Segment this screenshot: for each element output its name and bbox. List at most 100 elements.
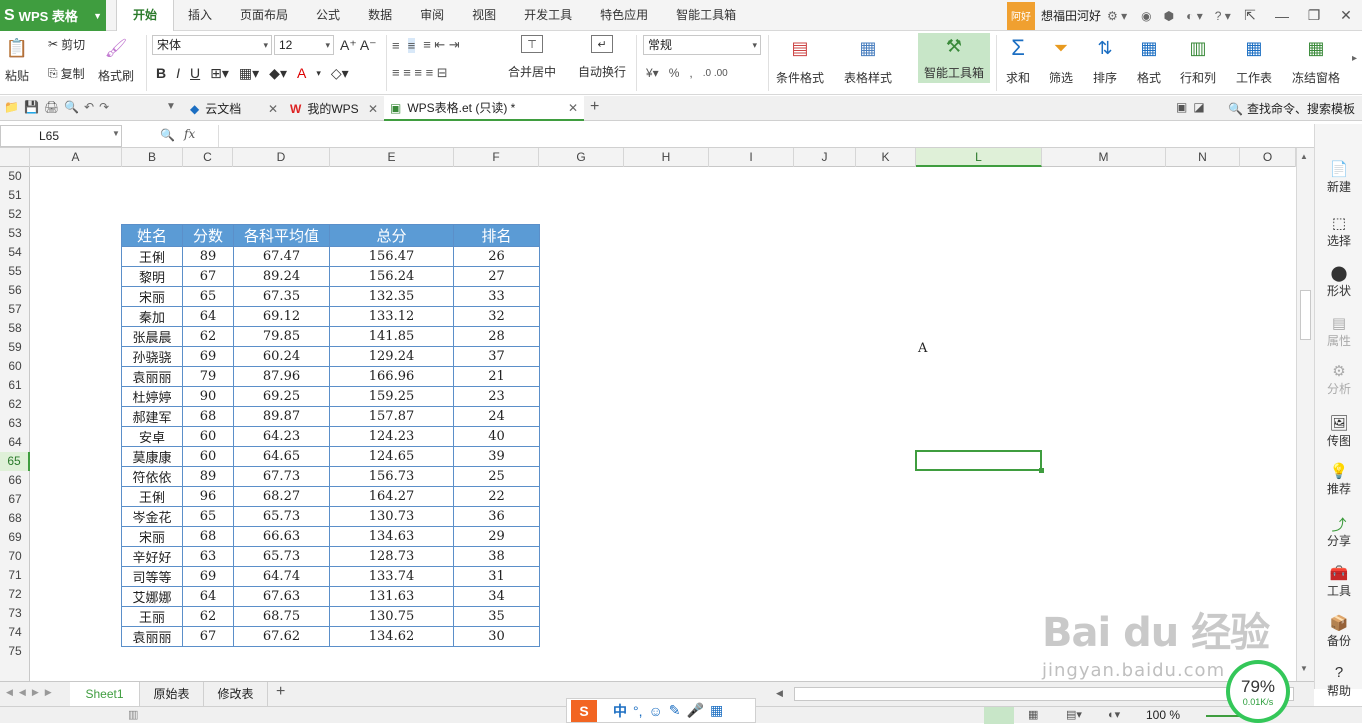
table-cell[interactable]: 157.87 [329,406,454,427]
table-cell[interactable]: 69 [182,566,234,587]
table-cell[interactable]: 124.23 [329,426,454,447]
sheet-tab[interactable]: 修改表 [204,682,268,707]
row-header[interactable]: 70 [0,547,30,566]
mic-icon[interactable]: 🎤 [687,702,704,719]
ribbon-tab[interactable]: 数据 [354,0,406,31]
table-cell[interactable]: 68 [182,526,234,547]
fullscreen-icon[interactable]: ⇱ [1234,0,1266,31]
table-cell[interactable]: 王俐 [121,246,183,267]
command-search[interactable]: 🔍 查找命令、搜索模板 [1228,100,1355,117]
fill-pattern-icon[interactable]: ▦▾ [239,65,259,82]
row-header[interactable]: 60 [0,357,30,376]
bold-button[interactable]: B [156,65,166,81]
table-header-cell[interactable]: 排名 [453,224,540,247]
table-cell[interactable]: 67.63 [233,586,330,607]
wrap-text-button[interactable]: ↵ 自动换行 [578,35,626,80]
table-cell[interactable]: 29 [453,526,540,547]
skin-icon[interactable]: ◉ [1141,9,1151,23]
row-header[interactable]: 54 [0,243,30,262]
table-cell[interactable]: 袁丽丽 [121,366,183,387]
table-cell[interactable]: 37 [453,346,540,367]
table-header-cell[interactable]: 总分 [329,224,454,247]
table-cell[interactable]: 156.73 [329,466,454,487]
column-header[interactable]: H [624,148,709,167]
table-cell[interactable]: 32 [453,306,540,327]
side-panel-item[interactable]: 📄 新建 [1315,160,1362,195]
table-cell[interactable]: 64.74 [233,566,330,587]
column-header[interactable]: O [1240,148,1296,167]
table-cell[interactable]: 黎明 [121,266,183,287]
table-cell[interactable]: 79.85 [233,326,330,347]
align-top-group[interactable]: ≡ ≡ ≡ ⇤ ⇥ [392,35,460,55]
table-cell[interactable]: 164.27 [329,486,454,507]
row-header[interactable]: 65 [0,452,30,471]
row-header[interactable]: 55 [0,262,30,281]
table-cell[interactable]: 袁丽丽 [121,626,183,647]
normal-view-icon[interactable] [984,707,1014,724]
chevron-down-icon[interactable]: ▼ [112,129,120,138]
row-header[interactable]: 61 [0,376,30,395]
table-cell[interactable]: 63 [182,546,234,567]
app-menu-button[interactable]: S WPS 表格 ▼ [0,0,106,31]
table-cell[interactable]: 67.47 [233,246,330,267]
table-cell[interactable]: 36 [453,506,540,527]
row-header[interactable]: 64 [0,433,30,452]
table-cell[interactable]: 辛好好 [121,546,183,567]
table-cell[interactable]: 62 [182,606,234,627]
font-size-select[interactable]: 12 [274,35,334,55]
sheet-nav-icons[interactable]: ◀◀▶▶ [6,687,58,698]
column-header[interactable]: D [233,148,330,167]
row-header[interactable]: 68 [0,509,30,528]
column-header[interactable]: C [183,148,233,167]
minimize-icon[interactable]: — [1266,0,1298,31]
table-cell[interactable]: 30 [453,626,540,647]
merge-center-button[interactable]: ⊤ 合并居中 [508,35,556,80]
side-panel-item[interactable]: ⚙ 分析 [1315,362,1362,397]
fill-color-icon[interactable]: ◆▾ [269,65,287,82]
table-cell[interactable]: 67.73 [233,466,330,487]
side-panel-item[interactable]: ⬤ 形状 [1315,264,1362,299]
column-header[interactable]: K [856,148,916,167]
close-icon[interactable]: ✕ [1330,0,1362,31]
table-cell[interactable]: 68.75 [233,606,330,627]
column-header[interactable]: F [454,148,539,167]
table-cell[interactable]: 60 [182,426,234,447]
table-cell[interactable]: 王丽 [121,606,183,627]
paste-button[interactable]: 📋 粘贴 [4,35,30,84]
sogou-logo-icon[interactable]: S [571,699,597,722]
side-panel-item[interactable]: 📦 备份 [1315,614,1362,649]
format-button[interactable]: ▦ 格式 [1136,35,1162,86]
table-cell[interactable]: 129.24 [329,346,454,367]
table-cell[interactable]: 60.24 [233,346,330,367]
table-cell[interactable]: 40 [453,426,540,447]
table-cell[interactable]: 69.25 [233,386,330,407]
scroll-down-icon[interactable]: ▼ [1300,664,1308,673]
table-cell[interactable]: 64.65 [233,446,330,467]
table-cell[interactable]: 65.73 [233,506,330,527]
clear-format-icon[interactable]: ◇▾ [331,65,349,82]
table-cell[interactable]: 166.96 [329,366,454,387]
table-cell[interactable]: 90 [182,386,234,407]
ribbon-tab[interactable]: 开发工具 [510,0,586,31]
restore-icon[interactable]: ❐ [1298,0,1330,31]
settings-icon[interactable]: ⚙ ▾ [1107,9,1127,23]
ribbon-tab[interactable]: 审阅 [406,0,458,31]
table-cell[interactable]: 62 [182,326,234,347]
font-color-icon[interactable]: A [297,65,306,81]
macro-icon[interactable]: ▥ [128,708,138,721]
table-cell[interactable]: 133.74 [329,566,454,587]
sheet-tab[interactable]: Sheet1 [70,682,140,707]
eye-protection-icon[interactable]: ◐▾ [1108,708,1120,721]
table-header-cell[interactable]: 分数 [182,224,234,247]
font-name-select[interactable]: 宋体 [152,35,272,55]
table-cell[interactable]: 89 [182,246,234,267]
number-format-group[interactable]: ¥▾%, .0 .00 [646,63,728,83]
table-cell[interactable]: 124.65 [329,446,454,467]
table-header-cell[interactable]: 各科平均值 [233,224,330,247]
ime-language[interactable]: 中 [613,701,627,721]
table-cell[interactable]: 60 [182,446,234,467]
row-header[interactable]: 74 [0,623,30,642]
hscroll-left-icon[interactable]: ◀ [776,688,783,699]
column-header[interactable]: B [122,148,183,167]
handwrite-icon[interactable]: ✎ [669,702,681,719]
